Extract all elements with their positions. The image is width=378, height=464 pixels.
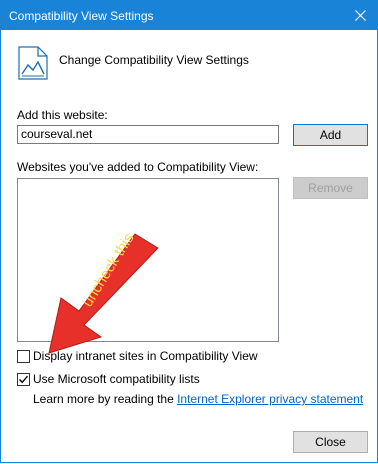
annotation-arrow [48, 233, 159, 354]
compatibility-view-dialog: Compatibility View Settings Change Compa… [0, 0, 378, 463]
